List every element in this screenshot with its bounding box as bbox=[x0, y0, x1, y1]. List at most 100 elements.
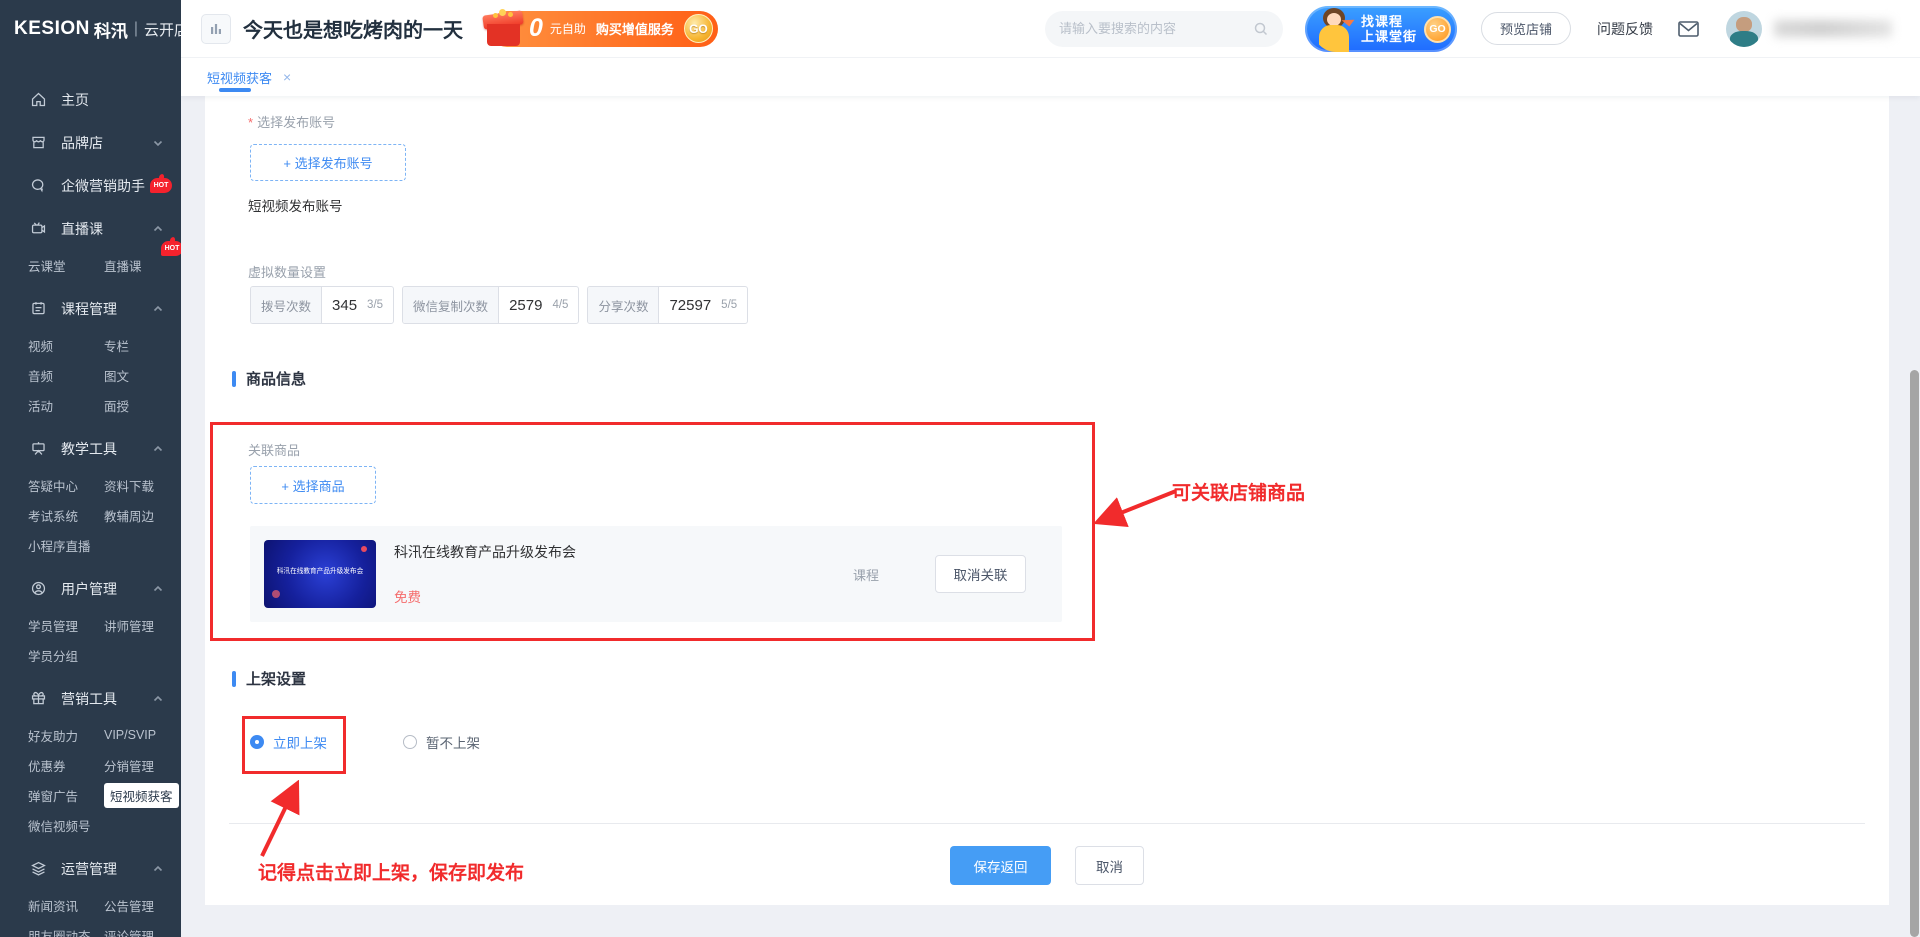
sidebar-item-marketing-tools[interactable]: 营销工具 bbox=[0, 677, 181, 720]
product-name: 科汛在线教育产品升级发布会 bbox=[394, 542, 576, 562]
product-type-label: 课程 bbox=[853, 565, 879, 584]
cancel-button[interactable]: 取消 bbox=[1075, 846, 1144, 885]
sidebar-item-teaching-tools[interactable]: 教学工具 bbox=[0, 427, 181, 470]
users-icon bbox=[30, 580, 47, 597]
chat-icon bbox=[30, 177, 47, 194]
global-search[interactable] bbox=[1045, 11, 1283, 47]
share-count-label: 分享次数 bbox=[588, 287, 659, 323]
sidebar-subitem[interactable]: 考试系统 bbox=[28, 500, 104, 530]
chevron-up-icon bbox=[153, 864, 163, 874]
related-product-label: 关联商品 bbox=[248, 440, 300, 459]
chevron-up-icon bbox=[153, 584, 163, 594]
user-name-redacted bbox=[1774, 20, 1892, 37]
course-go-button[interactable]: GO bbox=[1424, 16, 1451, 43]
sidebar-subitem[interactable]: 讲师管理 bbox=[104, 610, 181, 640]
tab-close-icon[interactable]: × bbox=[283, 70, 291, 84]
wechat-copy-count-label: 微信复制次数 bbox=[403, 287, 499, 323]
select-product-button[interactable]: + 选择商品 bbox=[250, 466, 376, 504]
sidebar-subitem[interactable]: 视频 bbox=[28, 330, 104, 360]
share-count-counter: 5/5 bbox=[721, 287, 747, 323]
sidebar-subitem[interactable]: 新闻资讯 bbox=[28, 890, 104, 920]
sidebar-subitem[interactable]: 图文 bbox=[104, 360, 181, 390]
short-video-account-label: 短视频发布账号 bbox=[248, 195, 343, 215]
promo-zero: 0 bbox=[529, 14, 543, 43]
tab-short-video-lead[interactable]: 短视频获客 × bbox=[205, 58, 291, 96]
sidebar-subitem[interactable]: 公告管理 bbox=[104, 890, 181, 920]
sidebar-subitem[interactable]: 微信视频号 bbox=[28, 810, 104, 840]
logo[interactable]: KESION 科汛 | 云开店 bbox=[0, 0, 181, 58]
operation-management-submenu: 新闻资讯 公告管理 朋友圈动态 评论管理 bbox=[0, 890, 181, 937]
girl-megaphone-illustration bbox=[1313, 6, 1357, 52]
required-asterisk: * bbox=[248, 115, 253, 130]
dial-count-group[interactable]: 拨号次数 345 3/5 bbox=[250, 286, 394, 324]
find-course-text: 找课程 上课堂街 bbox=[1361, 14, 1417, 44]
dial-count-input[interactable]: 345 bbox=[322, 287, 367, 323]
promo-text-2: 购买增值服务 bbox=[596, 19, 674, 38]
sidebar-item-wecom-assistant[interactable]: 企微营销助手 HOT bbox=[0, 164, 181, 207]
sidebar-subitem-short-video-active[interactable]: 短视频获客 bbox=[104, 780, 181, 810]
share-count-group[interactable]: 分享次数 72597 5/5 bbox=[587, 286, 748, 324]
tab-bar: 短视频获客 × bbox=[181, 58, 1920, 96]
sidebar-subitem[interactable]: 评论管理 bbox=[104, 920, 181, 937]
sidebar-item-operation-management[interactable]: 运营管理 bbox=[0, 847, 181, 890]
marketing-tools-submenu: 好友助力 VIP/SVIP 优惠券 分销管理 弹窗广告 短视频获客 微信视频号 bbox=[0, 720, 181, 840]
user-avatar[interactable] bbox=[1726, 11, 1762, 47]
wechat-copy-count-group[interactable]: 微信复制次数 2579 4/5 bbox=[402, 286, 579, 324]
storefront-icon bbox=[201, 14, 231, 44]
sidebar-item-live-course[interactable]: 直播课 bbox=[0, 207, 181, 250]
sidebar-item-label: 主页 bbox=[61, 90, 89, 110]
wechat-copy-count-input[interactable]: 2579 bbox=[499, 287, 552, 323]
feedback-link[interactable]: 问题反馈 bbox=[1597, 19, 1653, 39]
sidebar-item-brand-store[interactable]: 品牌店 bbox=[0, 121, 181, 164]
section-accent-bar bbox=[232, 671, 236, 687]
vertical-scrollbar-thumb[interactable] bbox=[1910, 370, 1919, 937]
sidebar-subitem[interactable]: 活动 bbox=[28, 390, 104, 420]
radio-option-immediate[interactable]: 立即上架 bbox=[250, 732, 327, 752]
radio-option-later[interactable]: 暂不上架 bbox=[403, 732, 480, 752]
form-card: *选择发布账号 + 选择发布账号 短视频发布账号 虚拟数量设置 拨号次数 345… bbox=[205, 96, 1889, 905]
sidebar-subitem[interactable]: 小程序直播 bbox=[28, 530, 104, 560]
sidebar-subitem[interactable]: 弹窗广告 bbox=[28, 780, 104, 810]
sidebar-subitem[interactable]: 音频 bbox=[28, 360, 104, 390]
layers-icon bbox=[30, 860, 47, 877]
sidebar-item-user-management[interactable]: 用户管理 bbox=[0, 567, 181, 610]
hot-badge: HOT bbox=[150, 178, 172, 193]
sidebar-subitem[interactable]: 分销管理 bbox=[104, 750, 181, 780]
sidebar-subitem[interactable]: 学员分组 bbox=[28, 640, 104, 670]
find-course-banner[interactable]: 找课程 上课堂街 GO bbox=[1305, 6, 1457, 52]
select-publish-account-button[interactable]: + 选择发布账号 bbox=[250, 144, 406, 181]
sidebar-subitem[interactable]: 朋友圈动态 bbox=[28, 920, 104, 937]
value-added-service-banner[interactable]: 0 元自助 购买增值服务 GO bbox=[489, 11, 718, 47]
unlink-product-button[interactable]: 取消关联 bbox=[935, 555, 1026, 593]
sidebar-subitem[interactable]: 优惠券 bbox=[28, 750, 104, 780]
promo-go-button[interactable]: GO bbox=[684, 14, 713, 43]
sidebar-subitem[interactable]: 答疑中心 bbox=[28, 470, 104, 500]
sidebar-subitem[interactable]: VIP/SVIP bbox=[104, 720, 181, 750]
gift-icon bbox=[30, 690, 47, 707]
preview-store-button[interactable]: 预览店铺 bbox=[1481, 12, 1571, 45]
sidebar: KESION 科汛 | 云开店 主页 品牌店 企微营销助手 HOT 直播课 云课… bbox=[0, 0, 181, 937]
radio-unselected-icon[interactable] bbox=[403, 735, 417, 749]
logo-brand-cn: 科汛 bbox=[94, 17, 128, 42]
sidebar-subitem[interactable]: 云课堂 bbox=[28, 250, 104, 280]
sidebar-subitem[interactable]: 直播课HOT bbox=[104, 250, 181, 280]
product-info: 科汛在线教育产品升级发布会 免费 bbox=[394, 540, 576, 608]
sidebar-subitem[interactable]: 专栏 bbox=[104, 330, 181, 360]
sidebar-item-course-management[interactable]: 课程管理 bbox=[0, 287, 181, 330]
search-icon bbox=[1253, 21, 1269, 37]
share-count-input[interactable]: 72597 bbox=[659, 287, 721, 323]
sidebar-subitem[interactable]: 好友助力 bbox=[28, 720, 104, 750]
sidebar-subitem[interactable]: 资料下载 bbox=[104, 470, 181, 500]
sidebar-subitem[interactable]: 学员管理 bbox=[28, 610, 104, 640]
radio-selected-icon[interactable] bbox=[250, 735, 264, 749]
save-return-button[interactable]: 保存返回 bbox=[950, 846, 1051, 885]
product-info-section-header: 商品信息 bbox=[232, 368, 306, 389]
footer-divider bbox=[229, 823, 1865, 824]
sidebar-subitem[interactable]: 教辅周边 bbox=[104, 500, 181, 530]
mail-icon[interactable] bbox=[1677, 19, 1700, 39]
gift-box-icon bbox=[481, 5, 527, 51]
main-content: *选择发布账号 + 选择发布账号 短视频发布账号 虚拟数量设置 拨号次数 345… bbox=[181, 96, 1920, 937]
sidebar-item-home[interactable]: 主页 bbox=[0, 78, 181, 121]
search-input[interactable] bbox=[1059, 21, 1253, 36]
sidebar-subitem[interactable]: 面授 bbox=[104, 390, 181, 420]
